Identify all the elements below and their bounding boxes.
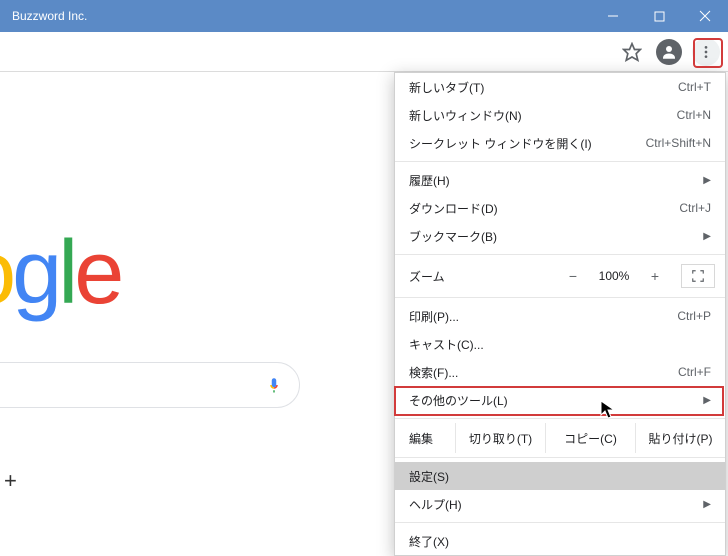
menu-cut[interactable]: 切り取り(T) (455, 423, 545, 453)
menu-separator (395, 254, 725, 255)
google-logo: oogle (0, 222, 120, 325)
menu-paste[interactable]: 貼り付け(P) (635, 423, 725, 453)
menu-edit-row: 編集 切り取り(T) コピー(C) 貼り付け(P) (395, 423, 725, 453)
menu-downloads[interactable]: ダウンロード(D) Ctrl+J (395, 194, 725, 222)
minimize-button[interactable] (590, 0, 636, 32)
browser-menu: 新しいタブ(T) Ctrl+T 新しいウィンドウ(N) Ctrl+N シークレッ… (394, 72, 726, 556)
menu-copy[interactable]: コピー(C) (545, 423, 635, 453)
menu-new-window[interactable]: 新しいウィンドウ(N) Ctrl+N (395, 101, 725, 129)
menu-separator (395, 161, 725, 162)
menu-cast[interactable]: キャスト(C)... (395, 330, 725, 358)
profile-avatar-icon[interactable] (656, 39, 682, 65)
bookmark-star-icon[interactable] (618, 38, 646, 66)
menu-new-tab[interactable]: 新しいタブ(T) Ctrl+T (395, 73, 725, 101)
zoom-value: 100% (591, 269, 637, 283)
menu-separator (395, 457, 725, 458)
add-tab-button[interactable]: + (4, 468, 24, 488)
menu-separator (395, 297, 725, 298)
zoom-in-button[interactable]: + (637, 268, 673, 284)
kebab-menu-icon[interactable] (692, 38, 720, 66)
window-title: Buzzword Inc. (12, 9, 590, 23)
menu-exit[interactable]: 終了(X) (395, 527, 725, 555)
browser-toolbar (0, 32, 728, 72)
menu-settings[interactable]: 設定(S) (395, 462, 725, 490)
menu-zoom: ズーム − 100% + (395, 259, 725, 293)
zoom-out-button[interactable]: − (555, 268, 591, 284)
fullscreen-button[interactable] (681, 264, 715, 288)
submenu-arrow-icon: ▶ (695, 175, 711, 186)
menu-separator (395, 418, 725, 419)
page-content: oogle + 新しいタブ(T) Ctrl+T 新しいウィンドウ(N) Ctrl… (0, 72, 728, 500)
menu-print[interactable]: 印刷(P)... Ctrl+P (395, 302, 725, 330)
maximize-button[interactable] (636, 0, 682, 32)
submenu-arrow-icon: ▶ (695, 395, 711, 406)
window-controls (590, 0, 728, 32)
menu-history[interactable]: 履歴(H) ▶ (395, 166, 725, 194)
menu-more-tools[interactable]: その他のツール(L) ▶ (395, 386, 725, 414)
menu-incognito[interactable]: シークレット ウィンドウを開く(I) Ctrl+Shift+N (395, 129, 725, 157)
submenu-arrow-icon: ▶ (695, 231, 711, 242)
close-button[interactable] (682, 0, 728, 32)
menu-help[interactable]: ヘルプ(H) ▶ (395, 490, 725, 518)
menu-separator (395, 522, 725, 523)
menu-bookmarks[interactable]: ブックマーク(B) ▶ (395, 222, 725, 250)
mic-icon[interactable] (265, 373, 283, 397)
menu-find[interactable]: 検索(F)... Ctrl+F (395, 358, 725, 386)
window-titlebar: Buzzword Inc. (0, 0, 728, 32)
search-input[interactable] (0, 362, 300, 408)
submenu-arrow-icon: ▶ (695, 499, 711, 510)
